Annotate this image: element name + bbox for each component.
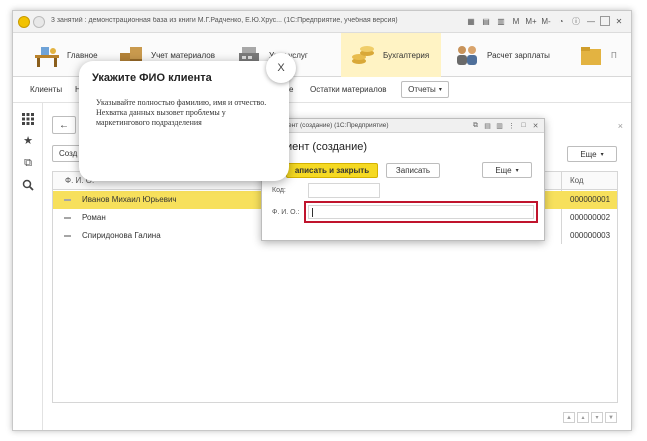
scroll-bottom-icon[interactable]: ▼ — [605, 412, 617, 423]
folder-icon — [577, 41, 605, 69]
chevron-down-icon: ▾ — [438, 87, 442, 93]
back-button[interactable]: ← — [52, 116, 76, 134]
fio-label: Ф. И. О.: — [272, 209, 300, 216]
calendar-icon[interactable]: ▤ — [480, 15, 492, 27]
minimize-icon[interactable]: — — [585, 15, 597, 27]
maximize-icon[interactable]: □ — [519, 121, 528, 130]
calendar-icon[interactable]: ▤ — [483, 121, 492, 130]
dialog-title-tools: ⧉ ▤ ▥ ⋮ □ ✕ — [471, 121, 540, 130]
close-form-icon[interactable]: × — [618, 121, 623, 131]
window-title: 3 занятий : демонстрационная база из кни… — [51, 17, 398, 24]
hint-close-button[interactable]: X — [266, 53, 296, 83]
nav-item-e[interactable]: е — [289, 85, 293, 94]
item-marker-icon — [64, 235, 71, 237]
dialog-title-bar: ент (создание) (1С:Предприятие) ⧉ ▤ ▥ ⋮ … — [262, 119, 544, 133]
maximize-icon[interactable] — [600, 16, 610, 26]
chevron-down-icon: ▾ — [600, 151, 604, 158]
create-button[interactable]: Созд — [52, 145, 82, 162]
hint-body: Указывайте полностью фамилию, имя и отче… — [96, 98, 267, 127]
section-accounting[interactable]: Бухгалтерия — [341, 33, 441, 77]
link-icon[interactable]: ⧉ — [471, 121, 480, 130]
arrow-left-icon: ← — [59, 119, 69, 131]
history-icon[interactable]: ⧉ — [22, 157, 34, 169]
more-button[interactable]: Еще ▾ — [567, 146, 617, 162]
column-header-code[interactable]: Код — [570, 176, 584, 185]
dialog-more-button[interactable]: Еще ▾ — [482, 162, 532, 178]
scroll-down-icon[interactable]: ▾ — [591, 412, 603, 423]
hint-callout: Укажите ФИО клиента Указывайте полностью… — [79, 61, 289, 181]
close-dialog-icon[interactable]: ✕ — [531, 121, 540, 130]
save-and-close-button[interactable]: аписать и закрыть — [286, 163, 378, 178]
close-window-icon[interactable]: ✕ — [613, 15, 625, 27]
dialog-heading: иент (создание) — [286, 141, 368, 153]
search-icon[interactable] — [22, 179, 34, 191]
scroll-top-icon[interactable]: ▲ — [563, 412, 575, 423]
reports-button[interactable]: Отчеты ▾ — [401, 81, 449, 98]
grid-menu-icon[interactable] — [22, 113, 34, 125]
save-button[interactable]: Записать — [386, 163, 440, 178]
section-more[interactable]: П — [577, 33, 617, 77]
desk-icon — [33, 41, 61, 69]
code-label: Код: — [272, 187, 286, 194]
section-salary[interactable]: Расчет зарплаты — [453, 33, 550, 77]
chevron-down-icon: ▾ — [515, 167, 519, 174]
coins-icon — [349, 41, 377, 69]
memory-minus-button[interactable]: M- — [540, 15, 552, 27]
client-create-dialog: ент (создание) (1С:Предприятие) ⧉ ▤ ▥ ⋮ … — [261, 118, 545, 241]
calc-icon[interactable]: ▦ — [465, 15, 477, 27]
hint-title: Укажите ФИО клиента — [92, 72, 212, 84]
menu-icon[interactable] — [33, 16, 45, 28]
title-bar-tools: ▦ ▤ ▥ M M+ M- ◔ ⓘ — ✕ — [465, 15, 625, 27]
memory-plus-button[interactable]: M+ — [525, 15, 537, 27]
notes-icon[interactable]: ▥ — [495, 121, 504, 130]
scroll-up-icon[interactable]: ▴ — [577, 412, 589, 423]
app-logo-icon[interactable] — [18, 16, 30, 28]
more-actions-icon[interactable]: ⋮ — [507, 121, 516, 130]
star-icon[interactable]: ★ — [22, 135, 34, 147]
list-scroll-buttons: ▲ ▴ ▾ ▼ — [563, 412, 617, 423]
sidebar: ★ ⧉ — [13, 103, 43, 430]
item-marker-icon — [64, 217, 71, 219]
title-bar: 3 занятий : демонстрационная база из кни… — [13, 11, 631, 33]
item-marker-icon — [64, 199, 71, 201]
memory-button[interactable]: M — [510, 15, 522, 27]
nav-item-clients[interactable]: Клиенты — [30, 85, 62, 94]
code-field[interactable] — [308, 183, 380, 198]
nav-item-material-balances[interactable]: Остатки материалов — [310, 85, 387, 94]
bell-icon[interactable]: ◔ — [555, 15, 567, 27]
people-icon — [453, 41, 481, 69]
history-icon[interactable]: ▥ — [495, 15, 507, 27]
info-icon[interactable]: ⓘ — [570, 15, 582, 27]
fio-highlight-frame — [304, 201, 538, 223]
